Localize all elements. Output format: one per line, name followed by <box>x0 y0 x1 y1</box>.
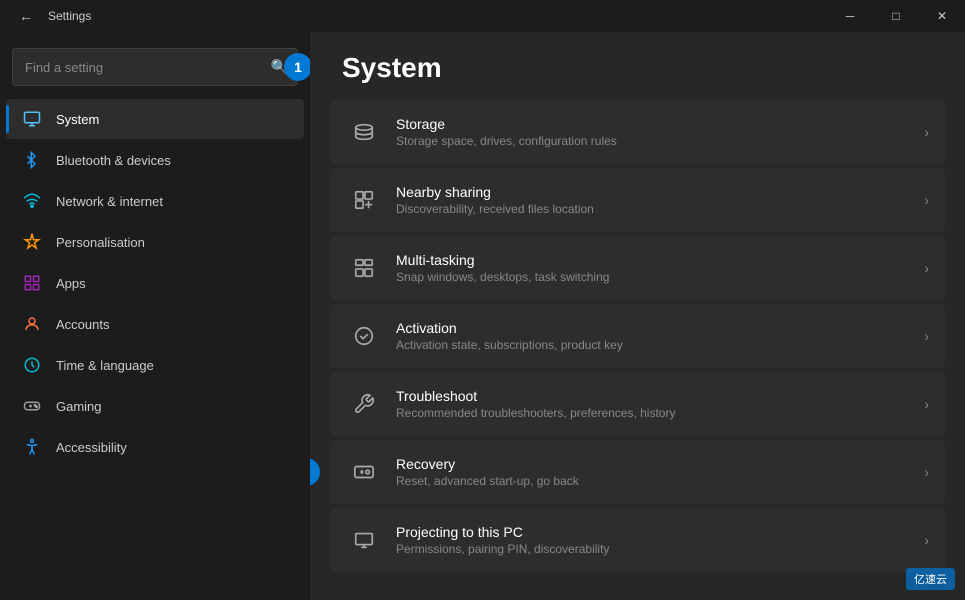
app-container: 🔍 1 System Bluetooth & devices Network &… <box>0 32 965 600</box>
minimize-button[interactable]: ─ <box>827 0 873 32</box>
settings-item-title: Activation <box>396 320 924 336</box>
sidebar-item-time[interactable]: Time & language <box>6 345 304 385</box>
settings-item-text: Multi-tasking Snap windows, desktops, ta… <box>396 252 924 284</box>
settings-item-text: Storage Storage space, drives, configura… <box>396 116 924 148</box>
sidebar-item-label: Gaming <box>56 399 102 414</box>
chevron-right-icon: › <box>924 192 929 208</box>
activation-icon <box>346 318 382 354</box>
app-title: Settings <box>48 9 91 23</box>
sidebar-item-label: Time & language <box>56 358 154 373</box>
settings-item-desc: Discoverability, received files location <box>396 202 924 216</box>
sidebar-item-system[interactable]: System <box>6 99 304 139</box>
settings-item-storage[interactable]: Storage Storage space, drives, configura… <box>330 100 945 164</box>
projecting-icon <box>346 522 382 558</box>
close-button[interactable]: ✕ <box>919 0 965 32</box>
settings-item-desc: Storage space, drives, configuration rul… <box>396 134 924 148</box>
maximize-button[interactable]: □ <box>873 0 919 32</box>
sidebar: 🔍 1 System Bluetooth & devices Network &… <box>0 32 310 600</box>
settings-item-desc: Recommended troubleshooters, preferences… <box>396 406 924 420</box>
sidebar-item-label: System <box>56 112 99 127</box>
sidebar-item-accounts[interactable]: Accounts <box>6 304 304 344</box>
time-icon <box>22 355 42 375</box>
settings-item-text: Activation Activation state, subscriptio… <box>396 320 924 352</box>
nav-list: System Bluetooth & devices Network & int… <box>0 98 310 600</box>
bluetooth-icon <box>22 150 42 170</box>
personalisation-icon <box>22 232 42 252</box>
sidebar-item-accessibility[interactable]: Accessibility <box>6 427 304 467</box>
sidebar-item-network[interactable]: Network & internet <box>6 181 304 221</box>
settings-item-multitasking[interactable]: Multi-tasking Snap windows, desktops, ta… <box>330 236 945 300</box>
network-icon <box>22 191 42 211</box>
settings-item-title: Multi-tasking <box>396 252 924 268</box>
settings-item-desc: Activation state, subscriptions, product… <box>396 338 924 352</box>
sidebar-item-apps[interactable]: Apps <box>6 263 304 303</box>
search-input[interactable] <box>12 48 298 86</box>
settings-item-desc: Reset, advanced start-up, go back <box>396 474 924 488</box>
settings-item-title: Recovery <box>396 456 924 472</box>
titlebar: ← Settings ─ □ ✕ <box>0 0 965 32</box>
sidebar-item-label: Bluetooth & devices <box>56 153 171 168</box>
close-icon: ✕ <box>937 9 947 23</box>
main-content: System Storage Storage space, drives, co… <box>310 32 965 600</box>
chevron-right-icon: › <box>924 124 929 140</box>
system-icon <box>22 109 42 129</box>
settings-item-activation[interactable]: Activation Activation state, subscriptio… <box>330 304 945 368</box>
settings-list: Storage Storage space, drives, configura… <box>310 100 965 572</box>
sidebar-item-label: Accessibility <box>56 440 127 455</box>
chevron-right-icon: › <box>924 532 929 548</box>
settings-item-text: Recovery Reset, advanced start-up, go ba… <box>396 456 924 488</box>
settings-item-projecting[interactable]: Projecting to this PC Permissions, pairi… <box>330 508 945 572</box>
sidebar-item-gaming[interactable]: Gaming <box>6 386 304 426</box>
search-container: 🔍 1 <box>12 48 298 86</box>
settings-item-title: Nearby sharing <box>396 184 924 200</box>
chevron-right-icon: › <box>924 328 929 344</box>
settings-item-title: Projecting to this PC <box>396 524 924 540</box>
page-title: System <box>310 32 965 100</box>
settings-item-recovery[interactable]: 2 Recovery Reset, advanced start-up, go … <box>330 440 945 504</box>
settings-item-title: Troubleshoot <box>396 388 924 404</box>
settings-item-troubleshoot[interactable]: Troubleshoot Recommended troubleshooters… <box>330 372 945 436</box>
chevron-right-icon: › <box>924 396 929 412</box>
sidebar-item-personalisation[interactable]: Personalisation <box>6 222 304 262</box>
maximize-icon: □ <box>892 9 899 23</box>
accounts-icon <box>22 314 42 334</box>
nearby-sharing-icon <box>346 182 382 218</box>
chevron-right-icon: › <box>924 464 929 480</box>
minimize-icon: ─ <box>846 9 855 23</box>
apps-icon <box>22 273 42 293</box>
accessibility-icon <box>22 437 42 457</box>
settings-item-nearby-sharing[interactable]: Nearby sharing Discoverability, received… <box>330 168 945 232</box>
sidebar-item-label: Network & internet <box>56 194 163 209</box>
chevron-right-icon: › <box>924 260 929 276</box>
settings-item-text: Troubleshoot Recommended troubleshooters… <box>396 388 924 420</box>
gaming-icon <box>22 396 42 416</box>
recovery-icon <box>346 454 382 490</box>
step2-badge: 2 <box>310 458 320 486</box>
settings-item-text: Projecting to this PC Permissions, pairi… <box>396 524 924 556</box>
sidebar-item-label: Personalisation <box>56 235 145 250</box>
settings-item-desc: Snap windows, desktops, task switching <box>396 270 924 284</box>
storage-icon <box>346 114 382 150</box>
settings-item-text: Nearby sharing Discoverability, received… <box>396 184 924 216</box>
settings-item-title: Storage <box>396 116 924 132</box>
window-controls: ─ □ ✕ <box>827 0 965 32</box>
sidebar-item-bluetooth[interactable]: Bluetooth & devices <box>6 140 304 180</box>
back-button[interactable]: ← <box>12 2 40 30</box>
sidebar-item-label: Accounts <box>56 317 109 332</box>
sidebar-item-label: Apps <box>56 276 86 291</box>
multitasking-icon <box>346 250 382 286</box>
settings-item-desc: Permissions, pairing PIN, discoverabilit… <box>396 542 924 556</box>
step1-badge: 1 <box>284 53 310 81</box>
back-icon: ← <box>19 8 33 24</box>
watermark: 亿速云 <box>906 568 955 590</box>
troubleshoot-icon <box>346 386 382 422</box>
